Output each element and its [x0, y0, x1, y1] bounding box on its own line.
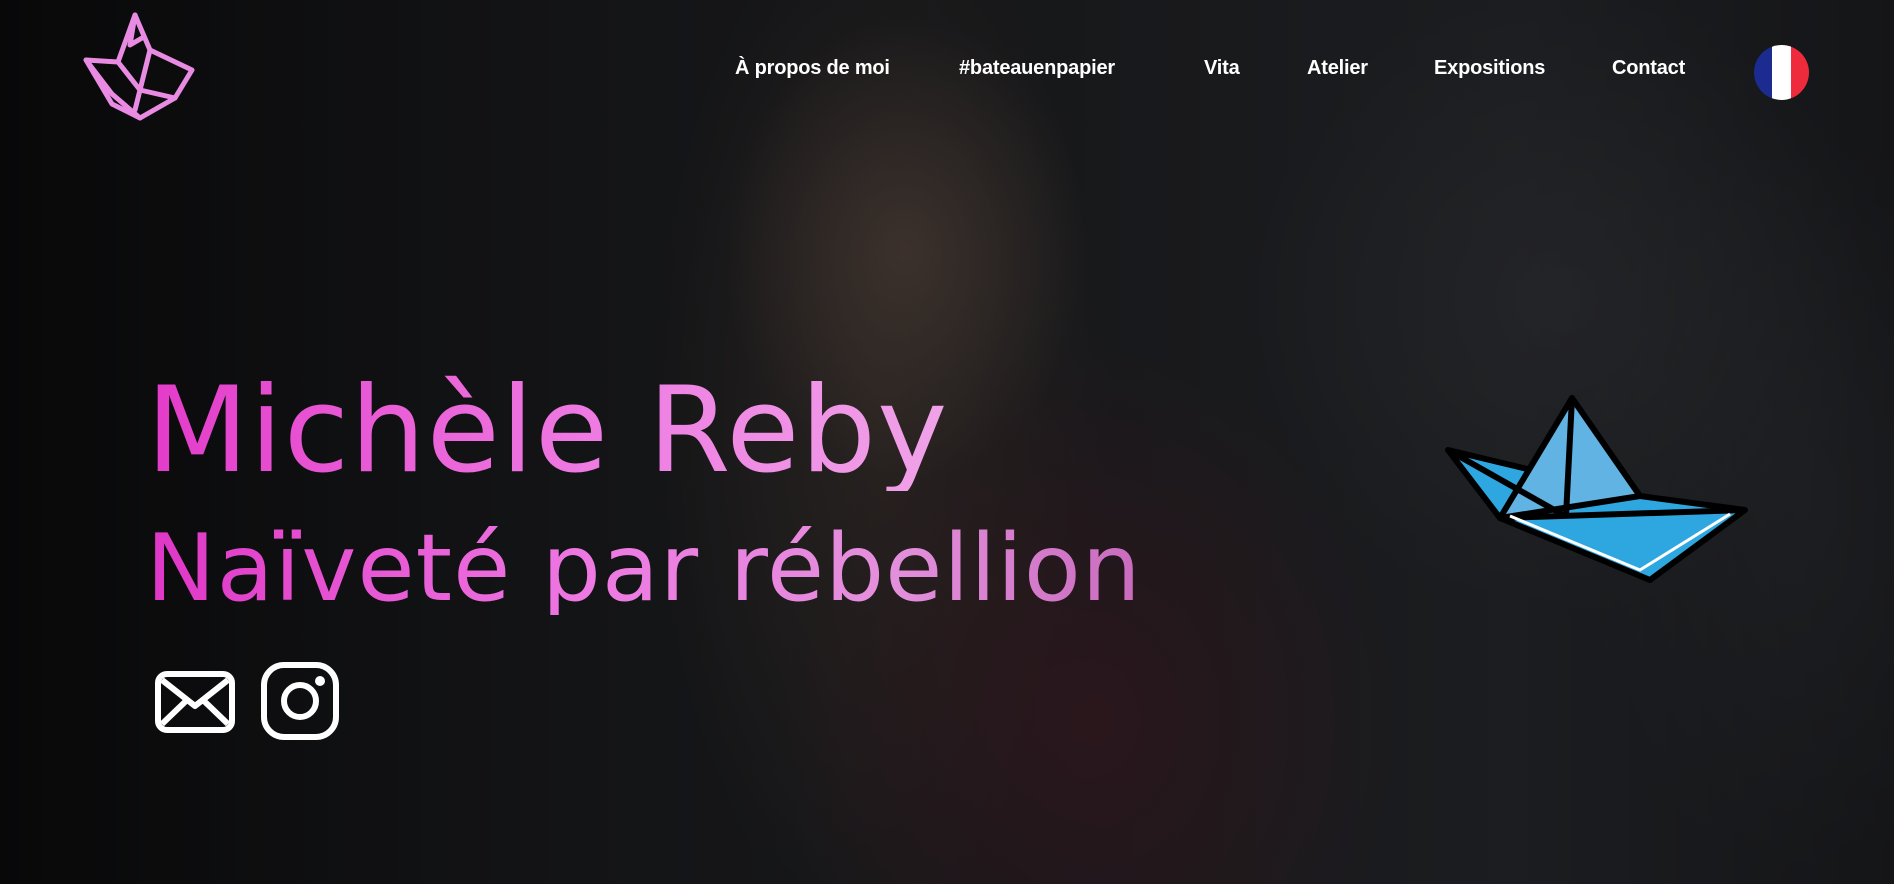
hero-title: Michèle Reby — [146, 362, 949, 500]
language-switcher[interactable] — [1754, 45, 1809, 100]
nav-item-bateauenpapier[interactable]: #bateauenpapier — [959, 57, 1115, 80]
flag-white-band — [1772, 45, 1791, 100]
instagram-link[interactable] — [259, 660, 341, 742]
mail-link[interactable] — [154, 660, 236, 742]
nav-item-vita[interactable]: Vita — [1204, 57, 1240, 80]
nav-item-about[interactable]: À propos de moi — [735, 57, 890, 80]
nav-item-atelier[interactable]: Atelier — [1307, 57, 1368, 80]
hero-subtitle: Naïveté par rébellion — [146, 514, 1142, 622]
main-navigation: À propos de moi #bateauenpapier Vita Ate… — [0, 57, 1894, 87]
paper-boat-icon — [1445, 395, 1748, 583]
nav-item-contact[interactable]: Contact — [1612, 57, 1685, 80]
nav-item-expositions[interactable]: Expositions — [1434, 57, 1545, 80]
instagram-icon — [261, 662, 339, 740]
mail-icon — [155, 671, 235, 733]
